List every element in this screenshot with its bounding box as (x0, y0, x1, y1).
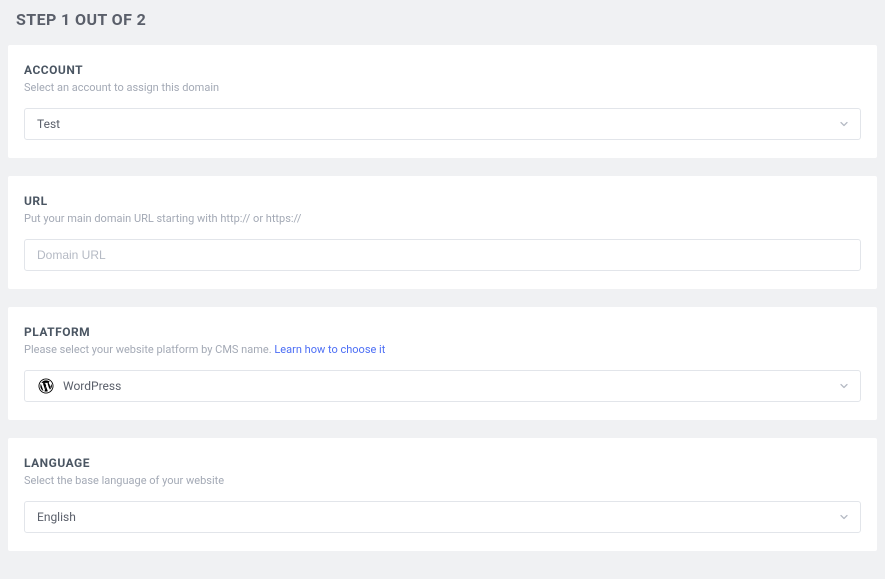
account-select[interactable]: Test (24, 108, 861, 140)
platform-desc: Please select your website platform by C… (24, 343, 861, 356)
account-select-value: Test (37, 117, 60, 131)
url-card: URL Put your main domain URL starting wi… (8, 176, 877, 289)
language-label: LANGUAGE (24, 456, 861, 470)
platform-desc-text: Please select your website platform by C… (24, 343, 274, 356)
chevron-down-icon (838, 380, 850, 392)
platform-label: PLATFORM (24, 325, 861, 339)
chevron-down-icon (838, 511, 850, 523)
step-title: STEP 1 OUT OF 2 (8, 10, 877, 29)
platform-select[interactable]: WordPress (24, 370, 861, 402)
account-card: ACCOUNT Select an account to assign this… (8, 45, 877, 158)
platform-learn-link[interactable]: Learn how to choose it (274, 343, 385, 356)
platform-select-value: WordPress (63, 379, 121, 393)
language-select-value: English (37, 510, 76, 524)
url-label: URL (24, 194, 861, 208)
language-card: LANGUAGE Select the base language of you… (8, 438, 877, 551)
url-input[interactable] (24, 239, 861, 271)
platform-card: PLATFORM Please select your website plat… (8, 307, 877, 420)
account-label: ACCOUNT (24, 63, 861, 77)
url-desc: Put your main domain URL starting with h… (24, 212, 861, 225)
language-select[interactable]: English (24, 501, 861, 533)
language-desc: Select the base language of your website (24, 474, 861, 487)
wordpress-icon (37, 377, 55, 395)
chevron-down-icon (838, 118, 850, 130)
account-desc: Select an account to assign this domain (24, 81, 861, 94)
